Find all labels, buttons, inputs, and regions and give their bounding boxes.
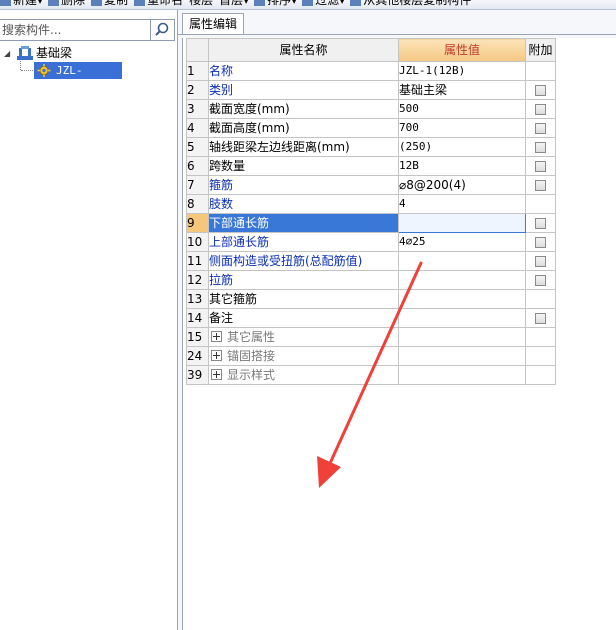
toolbar-item-label: 排序 [267, 0, 292, 7]
copy-from-floor-icon [350, 0, 362, 6]
gear-icon [37, 64, 51, 80]
toolbar-item-label: 从其他楼层复制构件 [363, 0, 472, 7]
toolbar-item-4[interactable]: 楼层 [189, 0, 213, 7]
copy-icon [91, 0, 103, 6]
toolbar-item-5[interactable]: 首层▾ [219, 0, 248, 9]
property-editor-pane: 属性编辑 属性名称 属性值 附加 1 名称 JZL-1(12B) 2 类别 基础主梁 3 截面… [178, 10, 616, 630]
tree-connector [21, 70, 33, 71]
search-button[interactable] [151, 19, 175, 41]
toolbar-item-8[interactable]: 从其他楼层复制构件 [350, 0, 471, 7]
toolbar-item-1[interactable]: 删除 [48, 0, 85, 7]
rename-icon [134, 0, 146, 6]
search-input[interactable] [0, 20, 150, 40]
foundation-beam-icon [16, 45, 34, 64]
tree-root-label: 基础梁 [36, 46, 73, 60]
new-icon [0, 0, 11, 6]
toolbar-item-7[interactable]: 过滤▾ [302, 0, 344, 9]
annotation-arrow [317, 261, 423, 488]
toolbar-item-label: 楼层 [189, 0, 214, 7]
property-grid-container: 属性名称 属性值 附加 1 名称 JZL-1(12B) 2 类别 基础主梁 3 截面宽度(mm… [182, 38, 616, 630]
tab-divider [178, 34, 616, 35]
tree-collapse-toggle-icon[interactable]: ◢ [4, 49, 10, 58]
tree-child-label: JZL-1(12B) [56, 64, 96, 94]
chevron-down-icon: ▾ [38, 0, 43, 6]
toolbar-item-label: 复制 [104, 0, 129, 7]
toolbar: 新建▾ 删除 复制 重命名 楼层 首层▾ 排序▾ 过滤▾ 从其他楼层复制构件 [0, 0, 616, 10]
toolbar-item-3[interactable]: 重命名 [134, 0, 183, 7]
component-list-pane: ◢ 基础梁 [0, 10, 178, 630]
search-icon [155, 22, 169, 36]
toolbar-item-label: 新建 [13, 0, 38, 7]
toolbar-item-2[interactable]: 复制 [91, 0, 128, 7]
chevron-down-icon: ▾ [244, 0, 249, 6]
toolbar-item-0[interactable]: 新建▾ [0, 0, 42, 9]
chevron-down-icon: ▾ [292, 0, 297, 6]
tree-item-jzl-1[interactable]: JZL-1(12B) [34, 62, 122, 94]
sort-icon [254, 0, 266, 6]
toolbar-item-label: 重命名 [147, 0, 184, 7]
tab-property-edit[interactable]: 属性编辑 [182, 13, 245, 35]
filter-icon [302, 0, 314, 6]
toolbar-item-label: 首层 [219, 0, 244, 7]
tree-connector [20, 61, 21, 70]
search-box [0, 19, 151, 41]
toolbar-item-label: 过滤 [315, 0, 340, 7]
delete-icon [48, 0, 60, 6]
chevron-down-icon: ▾ [340, 0, 345, 6]
toolbar-item-label: 删除 [61, 0, 86, 7]
toolbar-item-6[interactable]: 排序▾ [254, 0, 296, 9]
